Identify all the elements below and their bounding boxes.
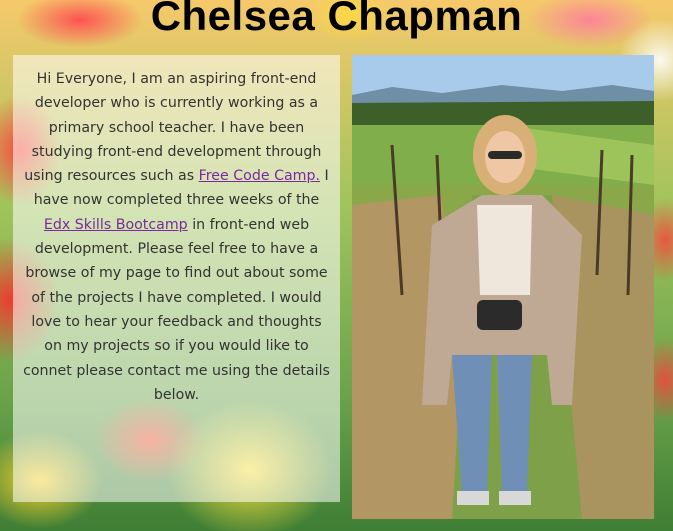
page-title: Chelsea Chapman xyxy=(150,0,523,39)
bio-text-3: in front-end web development. Please fee… xyxy=(23,216,330,403)
profile-photo xyxy=(352,55,654,519)
free-code-camp-link[interactable]: Free Code Camp. xyxy=(199,168,320,184)
bio-card: Hi Everyone, I am an aspiring front-end … xyxy=(13,55,340,502)
edx-bootcamp-link[interactable]: Edx Skills Bootcamp xyxy=(44,217,188,233)
